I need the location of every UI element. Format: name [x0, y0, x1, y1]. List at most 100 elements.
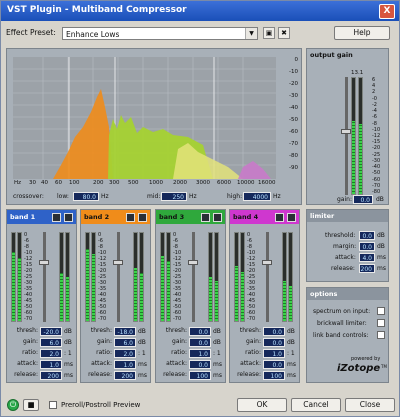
band-scale: 0 -6 -8 -10 -12 -15 -20 -25 -30 -35 -40 -45 -50 -60 -7… — [247, 232, 261, 322]
output-scale-tick: -30 — [372, 157, 381, 164]
output-scale-tick: -10 — [372, 126, 381, 133]
option-brickwall-checkbox[interactable] — [377, 319, 385, 327]
band-gain-fader[interactable] — [117, 232, 120, 322]
band-thresh-field[interactable]: 0.0 — [263, 327, 285, 336]
output-scale-tick: -8 — [372, 120, 377, 127]
band-gain-handle[interactable] — [262, 260, 272, 265]
band-thresh-field[interactable]: -20.0 — [40, 327, 62, 336]
db-tick: -40 — [289, 105, 298, 111]
band-gain-fader[interactable] — [43, 232, 46, 322]
band-param-unit: : 1 — [64, 350, 72, 357]
band-release-field[interactable]: 100 — [189, 371, 211, 380]
band-solo-button[interactable] — [52, 213, 61, 222]
trademark-text: TM — [381, 364, 387, 369]
preset-dropdown[interactable]: Enhance Lows ▼ — [62, 27, 258, 40]
band-ratio-field[interactable]: 2.0 — [114, 349, 136, 358]
spectrum-graph[interactable] — [13, 57, 276, 179]
band-output-meter — [133, 232, 138, 322]
band-output-meter — [65, 232, 70, 322]
output-gain-field[interactable]: 0.0 — [353, 195, 373, 204]
option-spectrum-checkbox[interactable] — [377, 307, 385, 315]
band-attack-field[interactable]: 1.0 — [40, 360, 62, 369]
band-release-field[interactable]: 200 — [114, 371, 136, 380]
band-gain-field[interactable]: 6.0 — [114, 338, 136, 347]
band-release-field[interactable]: 200 — [40, 371, 62, 380]
band-param-ratio: ratio: 1.0: 1 — [233, 349, 298, 359]
limiter-margin-field[interactable]: 0.0 — [359, 242, 375, 251]
freq-tick: 30 — [29, 180, 36, 186]
limiter-attack-field[interactable]: 4.0 — [359, 253, 375, 262]
band-input-fill — [86, 248, 89, 321]
band-attack-field[interactable]: 0.0 — [189, 360, 211, 369]
chevron-down-icon[interactable]: ▼ — [245, 28, 257, 39]
band-input-meter — [17, 232, 22, 322]
freq-tick: 300 — [109, 180, 120, 186]
band-ratio-field[interactable]: 2.0 — [40, 349, 62, 358]
output-scale-tick: -12 — [372, 133, 381, 139]
ok-button[interactable]: OK — [237, 398, 287, 412]
close-icon[interactable]: X — [379, 4, 395, 19]
power-icon[interactable]: ⏻ — [7, 399, 19, 411]
band-input-fill — [167, 261, 170, 321]
band-gain-handle[interactable] — [188, 260, 198, 265]
band-ratio-field[interactable]: 1.0 — [189, 349, 211, 358]
output-scale-tick: -20 — [372, 145, 381, 152]
band-input-meter — [85, 232, 90, 322]
save-preset-icon[interactable]: ▣ — [263, 27, 275, 39]
band-gain-handle[interactable] — [39, 260, 49, 265]
output-meter-right — [358, 77, 363, 195]
help-button[interactable]: Help — [334, 26, 390, 40]
band-thresh-field[interactable]: -18.0 — [114, 327, 136, 336]
mid-label: mid: — [147, 193, 161, 200]
band-gain-handle[interactable] — [113, 260, 123, 265]
limiter-threshold-field[interactable]: 0.0 — [359, 231, 375, 240]
band-input-meter — [160, 232, 165, 322]
cancel-button[interactable]: Cancel — [291, 398, 341, 412]
delete-preset-icon[interactable]: ✖ — [278, 27, 290, 39]
band-bypass-button[interactable] — [213, 213, 222, 222]
band-attack-field[interactable]: 0.0 — [263, 360, 285, 369]
mid-crossover-field[interactable]: 250 — [161, 192, 187, 201]
limiter-release-field[interactable]: 200 — [359, 264, 375, 273]
band-solo-button[interactable] — [201, 213, 210, 222]
band-bypass-button[interactable] — [138, 213, 147, 222]
frequency-ticks: Hz 30 40 60 100 200 300 500 1000 2000 30… — [13, 180, 276, 188]
freq-tick: 60 — [55, 180, 62, 186]
stop-button[interactable]: ■ — [23, 399, 39, 411]
band-solo-button[interactable] — [275, 213, 284, 222]
high-crossover-field[interactable]: 4000 — [243, 192, 271, 201]
band-output-meter — [282, 232, 287, 322]
limiter-margin-unit: dB — [377, 243, 385, 250]
band-gain-fader[interactable] — [192, 232, 195, 322]
band-input-fill — [12, 252, 15, 321]
close-button[interactable]: Close — [345, 398, 395, 412]
option-brickwall-label: brickwall limiter: — [317, 320, 367, 327]
band-output-fill — [60, 272, 63, 321]
output-gain-label: gain: — [337, 196, 352, 203]
band-thresh-field[interactable]: 0.0 — [189, 327, 211, 336]
band-param-unit: ms — [213, 361, 222, 368]
output-peak-readout: 13.1 — [351, 70, 364, 76]
band-gain-field[interactable]: 6.0 — [40, 338, 62, 347]
spectrum-svg — [13, 57, 276, 179]
band-param-attack: attack: 0.0 ms — [233, 360, 298, 370]
band-release-field[interactable]: 100 — [263, 371, 285, 380]
band-param-unit: ms — [287, 361, 296, 368]
band-gain-field[interactable]: 0.0 — [189, 338, 211, 347]
spectrum-panel: 0 -10 -20 -30 -40 -50 -60 -70 -80 -90 Hz… — [6, 48, 302, 205]
band-gain-field[interactable]: 0.0 — [263, 338, 285, 347]
band-param-release: release: 100 ms — [233, 371, 298, 381]
band-solo-button[interactable] — [126, 213, 135, 222]
band-attack-field[interactable]: 1.0 — [114, 360, 136, 369]
preroll-checkbox[interactable] — [49, 401, 57, 409]
output-gain-fader[interactable] — [345, 77, 348, 195]
output-gain-handle[interactable] — [341, 129, 351, 134]
output-meter-fill — [359, 124, 362, 194]
band-bypass-button[interactable] — [287, 213, 296, 222]
band-scale-tick: -70 — [247, 316, 256, 322]
option-link-checkbox[interactable] — [377, 331, 385, 339]
band-bypass-button[interactable] — [64, 213, 73, 222]
band-ratio-field[interactable]: 1.0 — [263, 349, 285, 358]
low-crossover-field[interactable]: 80.0 — [73, 192, 99, 201]
band-gain-fader[interactable] — [266, 232, 269, 322]
